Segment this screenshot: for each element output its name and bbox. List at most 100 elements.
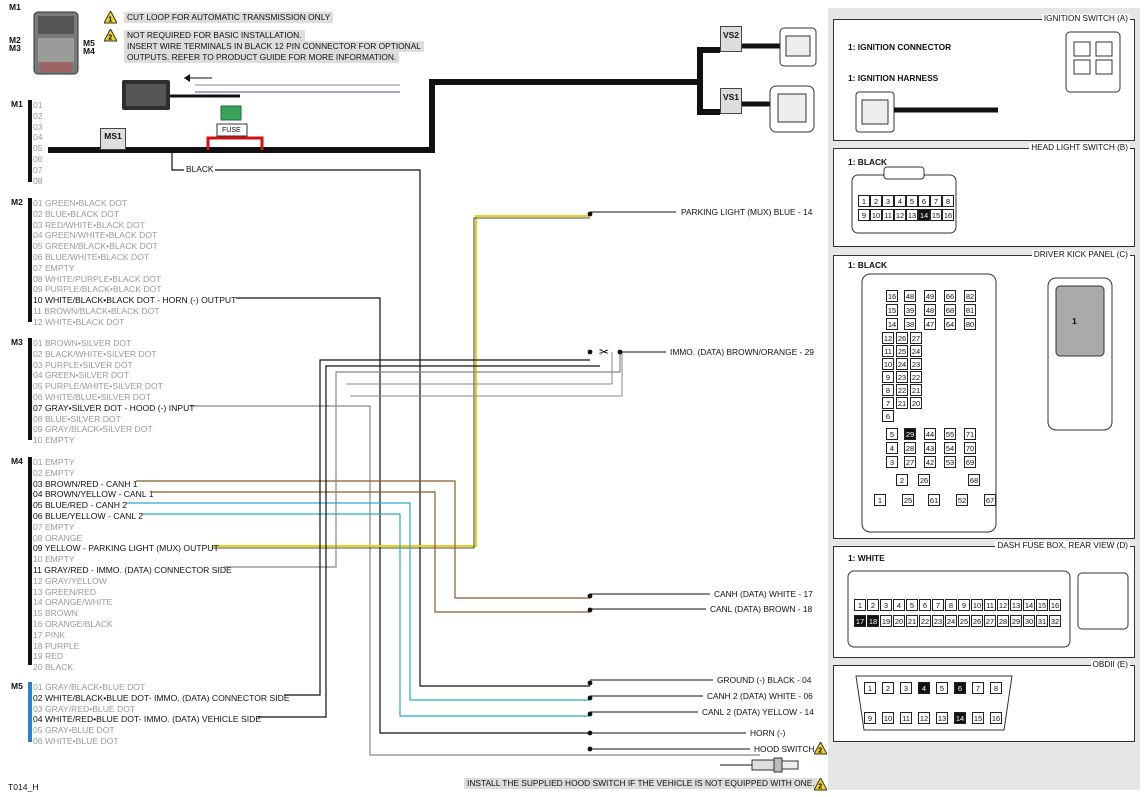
pin-label: 17 PINK — [33, 629, 66, 640]
kick-pin: 68 — [968, 474, 980, 486]
fuse-pin: 31 — [1036, 615, 1048, 627]
kick-pin: 80 — [964, 318, 976, 330]
immo-m5-vehicle — [258, 365, 600, 718]
m3-label: M3 — [9, 43, 21, 53]
obd-pin: 14 — [954, 712, 966, 724]
obd-pin: 4 — [918, 682, 930, 694]
fuse-pin: 25 — [958, 615, 970, 627]
obd-pin: 13 — [936, 712, 948, 724]
obd-pin: 6 — [954, 682, 966, 694]
module-icon — [33, 11, 79, 75]
kick-pin: 5 — [886, 428, 898, 440]
kick-pin: 70 — [964, 442, 976, 454]
svg-text:2: 2 — [818, 784, 822, 791]
pin-label: 02 BLACK/WHITE•SILVER DOT — [33, 348, 157, 359]
pin-label: 04 — [33, 132, 43, 143]
parking-wire-edge — [212, 217, 590, 549]
kick-pin: 55 — [944, 428, 956, 440]
headlight-pin: 7 — [930, 195, 942, 207]
fuse-pin: 2 — [867, 599, 879, 611]
pin-label: 03 GRAY/RED•BLUE DOT — [33, 703, 136, 714]
kick-pin: 49 — [924, 290, 936, 302]
obd-pin: 3 — [900, 682, 912, 694]
fuse-pin: 23 — [932, 615, 944, 627]
panel-obdii: OBDII (E) 1 2 3 4 5 6 7 8 9 10 11 12 13 14 15 16 — [833, 660, 1135, 742]
kick-pin: 54 — [944, 442, 956, 454]
headlight-pin: 2 — [870, 195, 882, 207]
pin-label: 08 ORANGE — [33, 532, 83, 543]
kick-pin: 48 — [924, 304, 936, 316]
immo-m5-connector — [284, 359, 590, 696]
obd-pin: 16 — [990, 712, 1002, 724]
fuse-pin: 11 — [984, 599, 996, 611]
fuse-label: FUSE — [222, 127, 241, 134]
obd-pin: 2 — [882, 682, 894, 694]
pin-label: 05 PURPLE/WHITE•SILVER DOT — [33, 381, 163, 392]
headlight-pin: 14 — [918, 209, 930, 221]
svg-text:2: 2 — [818, 748, 822, 755]
fuse-pin: 4 — [893, 599, 905, 611]
pin-label: 09 GRAY/BLACK•SILVER DOT — [33, 424, 153, 435]
kick-pin: 22 — [896, 384, 908, 396]
m5-list-label: M5 — [11, 681, 23, 691]
pin-label: 03 RED/WHITE•BLACK DOT — [33, 219, 145, 230]
kick-pin: 7 — [882, 397, 894, 409]
headlight-pin: 4 — [894, 195, 906, 207]
kick-pin: 39 — [904, 304, 916, 316]
kick-pin: 25 — [902, 494, 914, 506]
kick-pin: 21 — [896, 397, 908, 409]
obd-pin: 11 — [900, 712, 912, 724]
hood-switch-icon — [720, 757, 799, 773]
wire-label-ground: GROUND (-) BLACK - 04 — [715, 675, 814, 685]
wiring-diagram: ✂ M1 M2 M3 M5 M4 1 CUT LOOP FOR AUTOMATI… — [0, 0, 1148, 797]
kick-pin: 69 — [964, 456, 976, 468]
headlight-pin: 15 — [930, 209, 942, 221]
fuse-pin: 14 — [1023, 599, 1035, 611]
canh1-wire — [136, 480, 590, 599]
obd-outline — [855, 675, 1013, 731]
warning-icon: 2 — [813, 776, 828, 791]
kick-pin: 26 — [918, 474, 930, 486]
wire-label-horn: HORN (-) — [748, 728, 788, 738]
fuse-pin: 27 — [984, 615, 996, 627]
fuse-pin: 20 — [893, 615, 905, 627]
obd-pin: 7 — [972, 682, 984, 694]
obd-pin: 10 — [882, 712, 894, 724]
note-optional-line2: INSERT WIRE TERMINALS IN BLACK 12 PIN CO… — [124, 41, 424, 52]
kick-pin: 23 — [896, 371, 908, 383]
kick-pin: 12 — [882, 332, 894, 344]
kick-pin: 52 — [956, 494, 968, 506]
pin-label: 11 GRAY/RED - IMMO. (DATA) CONNECTOR SID… — [33, 565, 232, 575]
pin-label: 05 — [33, 143, 43, 154]
pin-label: 08 BLUE•SILVER DOT — [33, 413, 121, 424]
vs1-tag: VS1 — [720, 88, 742, 114]
kick-pin: 2 — [896, 474, 908, 486]
kick-pin: 29 — [904, 428, 916, 440]
black-wire-label: BLACK — [184, 164, 216, 174]
pin-label: 08 WHITE/PURPLE•BLACK DOT — [33, 273, 162, 284]
kick-pin: 47 — [924, 318, 936, 330]
pin-label: 05 GRAY•BLUE DOT — [33, 725, 115, 736]
kick-pin: 14 — [886, 318, 898, 330]
kick-pin: 38 — [904, 318, 916, 330]
kick-pin: 81 — [964, 304, 976, 316]
scissors-icon: ✂ — [599, 345, 609, 359]
fuse-pin: 1 — [854, 599, 866, 611]
headlight-pin: 8 — [942, 195, 954, 207]
wire-label-immo: IMMO. (DATA) BROWN/ORANGE - 29 — [668, 347, 816, 357]
kick-pin: 26 — [896, 332, 908, 344]
pin-label: 05 BLUE/RED - CANH 2 — [33, 500, 128, 511]
fuse-pin: 3 — [880, 599, 892, 611]
wire-label-canh2: CANH 2 (DATA) WHITE - 06 — [705, 691, 815, 701]
obd-pin: 5 — [936, 682, 948, 694]
fuse-pin: 6 — [919, 599, 931, 611]
headlight-pin: 5 — [906, 195, 918, 207]
kick-pin: 67 — [984, 494, 996, 506]
pin-label: 01 BROWN•SILVER DOT — [33, 338, 132, 348]
wire-label-parking: PARKING LIGHT (MUX) BLUE - 14 — [679, 207, 815, 217]
kick-pin: 23 — [910, 358, 922, 370]
pin-label: 03 BROWN/RED - CANH 1 — [33, 478, 138, 489]
panel-ignition-switch: IGNITION SWITCH (A) 1: IGNITION CONNECTO… — [833, 14, 1135, 141]
pin-label: 01 GREEN•BLACK DOT — [33, 198, 128, 208]
kick-pin: 25 — [896, 345, 908, 357]
